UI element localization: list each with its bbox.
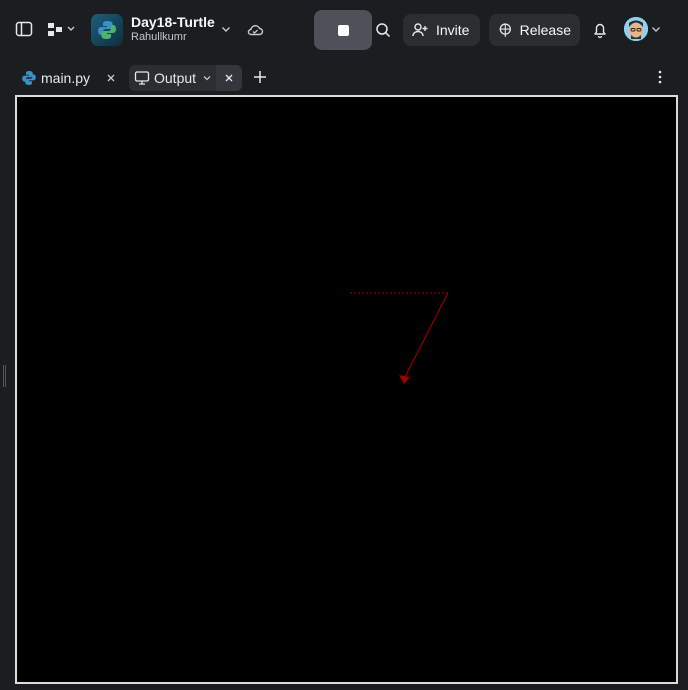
output-panel: main.py Output — [15, 60, 678, 686]
project-owner[interactable]: Rahullkumr — [131, 31, 187, 43]
python-file-icon — [22, 71, 36, 85]
tab-label: main.py — [41, 70, 91, 86]
release-label: Release — [519, 22, 571, 38]
turtle-path-diagonal — [403, 292, 449, 380]
turtle-cursor-icon — [399, 375, 410, 384]
project-title[interactable]: Day18-Turtle — [131, 14, 215, 30]
tab-output[interactable]: Output — [129, 65, 242, 91]
turtle-output-canvas[interactable] — [15, 95, 678, 684]
stop-button[interactable] — [314, 10, 372, 50]
account-chevron-down-icon[interactable] — [650, 23, 662, 35]
pane-resize-handle[interactable] — [3, 365, 6, 387]
chevron-down-icon[interactable] — [202, 73, 212, 83]
tab-main-py[interactable]: main.py — [21, 65, 129, 91]
python-icon — [98, 21, 116, 39]
close-icon[interactable] — [106, 73, 116, 83]
turtle-drawing — [350, 292, 449, 384]
search-icon[interactable] — [374, 20, 392, 40]
repl-logo[interactable] — [91, 14, 123, 46]
bell-icon[interactable] — [590, 20, 610, 40]
invite-button[interactable]: Invite — [403, 14, 480, 46]
tab-label: Output — [154, 70, 197, 86]
top-bar: Day18-Turtle Rahullkumr Invite Release — [0, 0, 688, 60]
tab-bar: main.py Output — [15, 60, 678, 95]
invite-label: Invite — [436, 22, 470, 38]
user-avatar-image — [624, 17, 648, 41]
stop-icon — [337, 24, 349, 36]
cloud-sync-icon[interactable] — [245, 20, 265, 40]
close-icon — [225, 74, 233, 82]
add-tab-icon[interactable] — [251, 68, 269, 86]
globe-icon — [499, 23, 511, 37]
close-tab-button[interactable] — [216, 65, 242, 91]
sidebar-toggle-icon[interactable] — [12, 17, 36, 41]
add-user-icon — [412, 23, 428, 37]
avatar[interactable] — [624, 17, 648, 41]
monitor-icon — [134, 71, 150, 85]
chevron-down-icon[interactable] — [219, 22, 233, 36]
more-options-icon[interactable] — [653, 68, 667, 86]
workspace-menu-button[interactable] — [44, 17, 80, 41]
release-button[interactable]: Release — [489, 14, 580, 46]
workspace-icon — [48, 23, 75, 36]
